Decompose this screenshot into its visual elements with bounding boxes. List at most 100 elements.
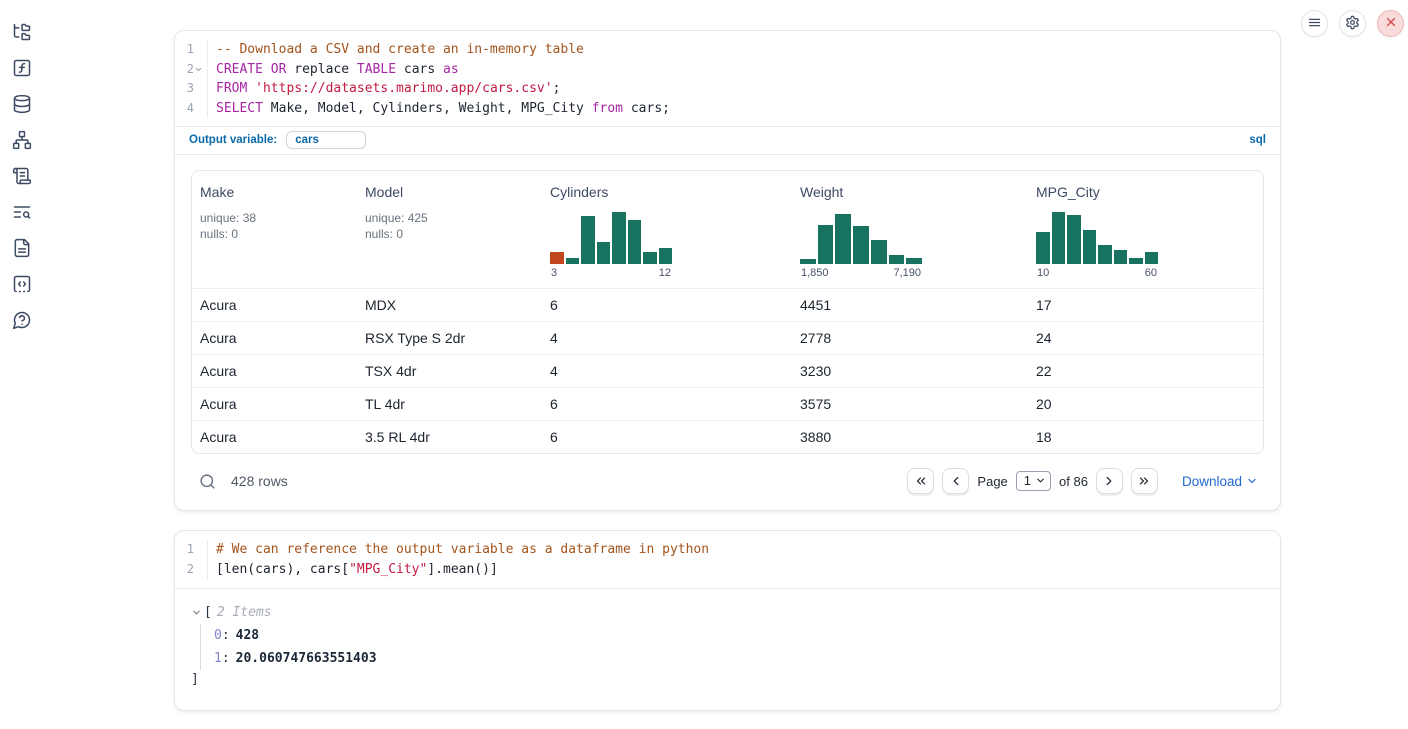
- table-cell: 3.5 RL 4dr: [357, 429, 542, 445]
- column-header[interactable]: Cylinders312: [542, 184, 792, 279]
- shutdown-button[interactable]: [1377, 10, 1404, 37]
- dependency-graph-icon[interactable]: [12, 130, 32, 150]
- code-line[interactable]: 1 # We can reference the output variable …: [175, 540, 1280, 560]
- page-select[interactable]: 1: [1016, 471, 1051, 491]
- table-cell: 18: [1028, 429, 1263, 445]
- histogram-bar[interactable]: [906, 258, 922, 264]
- histogram-bar[interactable]: [818, 225, 834, 264]
- python-code-editor[interactable]: 1 # We can reference the output variable …: [175, 531, 1280, 587]
- python-cell-output: [2 Items0:4281:20.060747663551403]: [175, 588, 1280, 710]
- language-badge[interactable]: sql: [1249, 134, 1266, 146]
- code-token: -- Download a CSV and create an in-memor…: [216, 42, 584, 57]
- tree-item[interactable]: 0:428: [214, 624, 1264, 647]
- chevron-left-icon: [949, 474, 963, 488]
- histogram-bar[interactable]: [1067, 215, 1081, 264]
- sql-code-editor[interactable]: 1 -- Download a CSV and create an in-memo…: [175, 31, 1280, 126]
- histogram-bar[interactable]: [612, 212, 626, 264]
- histogram-bar[interactable]: [1036, 232, 1050, 264]
- code-token: FROM: [216, 81, 247, 96]
- code-line[interactable]: 2[len(cars), cars["MPG_City"].mean()]: [175, 560, 1280, 580]
- column-stat: unique: 38: [200, 210, 357, 226]
- chevron-down-icon[interactable]: [191, 607, 202, 618]
- table-body: AcuraMDX6445117AcuraRSX Type S 2dr427782…: [192, 288, 1263, 453]
- variables-icon[interactable]: [12, 58, 32, 78]
- line-number-gutter: 4: [175, 99, 208, 119]
- next-page-button[interactable]: [1096, 468, 1123, 494]
- table-row[interactable]: AcuraRSX Type S 2dr4277824: [192, 321, 1263, 354]
- search-icon[interactable]: [199, 473, 216, 490]
- line-number: 1: [187, 540, 194, 560]
- first-page-button[interactable]: [907, 468, 934, 494]
- tree-item-value: 20.060747663551403: [236, 651, 377, 666]
- line-number-gutter: 1: [175, 40, 208, 60]
- documentation-icon[interactable]: [12, 238, 32, 258]
- column-header[interactable]: MPG_City1060: [1028, 184, 1263, 279]
- histogram-bar[interactable]: [1083, 230, 1097, 264]
- notebook: 1 -- Download a CSV and create an in-memo…: [174, 0, 1281, 711]
- code-token: Make, Model, Cylinders, Weight, MPG_City: [263, 101, 592, 116]
- output-tree: [2 Items0:4281:20.060747663551403]: [191, 602, 1264, 690]
- column-header[interactable]: Modelunique: 425nulls: 0: [357, 184, 542, 279]
- histogram-bar[interactable]: [1052, 212, 1066, 264]
- code-line[interactable]: 2CREATE OR replace TABLE cars as: [175, 60, 1280, 80]
- output-variable-input[interactable]: [286, 131, 366, 149]
- histogram-bar[interactable]: [835, 214, 851, 264]
- table-cell: 6: [542, 297, 792, 313]
- datasources-icon[interactable]: [12, 94, 32, 114]
- sidebar: [0, 0, 44, 330]
- code-line[interactable]: 4SELECT Make, Model, Cylinders, Weight, …: [175, 99, 1280, 119]
- histogram-bar[interactable]: [871, 240, 887, 264]
- table-header: Makeunique: 38nulls: 0Modelunique: 425nu…: [192, 171, 1263, 288]
- tree-item-value: 428: [236, 628, 259, 643]
- table-row[interactable]: AcuraMDX6445117: [192, 288, 1263, 321]
- histogram-bar[interactable]: [1114, 250, 1128, 264]
- histogram-bar[interactable]: [1098, 245, 1112, 264]
- row-count: 428 rows: [231, 473, 288, 489]
- histogram-bar[interactable]: [581, 216, 595, 264]
- prev-page-button[interactable]: [942, 468, 969, 494]
- line-number-gutter: 1: [175, 540, 208, 560]
- histogram-bar[interactable]: [628, 220, 642, 264]
- code-text: -- Download a CSV and create an in-memor…: [208, 40, 584, 60]
- help-icon[interactable]: [12, 310, 32, 330]
- column-header[interactable]: Weight1,8507,190: [792, 184, 1028, 279]
- download-button[interactable]: Download: [1182, 474, 1258, 489]
- histogram-bar[interactable]: [597, 242, 611, 264]
- snippets-icon[interactable]: [12, 274, 32, 294]
- histogram-min-label: 1,850: [801, 267, 829, 279]
- table-cell: Acura: [192, 429, 357, 445]
- column-header[interactable]: Make unique: 38nulls: 0: [192, 184, 357, 279]
- table-row[interactable]: AcuraTSX 4dr4323022: [192, 354, 1263, 387]
- last-page-button[interactable]: [1131, 468, 1158, 494]
- histogram-bar[interactable]: [566, 258, 580, 264]
- table-row[interactable]: Acura3.5 RL 4dr6388018: [192, 420, 1263, 453]
- fold-chevron-icon[interactable]: [194, 64, 204, 74]
- histogram-bar[interactable]: [853, 226, 869, 264]
- code-line[interactable]: 3FROM 'https://datasets.marimo.app/cars.…: [175, 79, 1280, 99]
- code-line[interactable]: 1 -- Download a CSV and create an in-memo…: [175, 40, 1280, 60]
- histogram-bar[interactable]: [1129, 258, 1143, 264]
- table-row[interactable]: AcuraTL 4dr6357520: [192, 387, 1263, 420]
- column-stats: unique: 38nulls: 0: [200, 210, 357, 242]
- column-name: Make: [200, 184, 357, 200]
- histogram-bar[interactable]: [889, 255, 905, 264]
- histogram-bar[interactable]: [643, 252, 657, 264]
- histogram-bar[interactable]: [800, 259, 816, 264]
- table-cell: 4451: [792, 297, 1028, 313]
- tree-item[interactable]: 1:20.060747663551403: [214, 647, 1264, 670]
- table-cell: TL 4dr: [357, 396, 542, 412]
- code-token: cars: [396, 62, 443, 77]
- code-text: # We can reference the output variable a…: [208, 540, 709, 560]
- histogram-bar[interactable]: [1145, 252, 1159, 264]
- histogram-bar[interactable]: [659, 248, 673, 264]
- tree-item-colon: :: [222, 651, 230, 666]
- file-explorer-icon[interactable]: [12, 22, 32, 42]
- menu-button[interactable]: [1301, 10, 1328, 37]
- histogram-bar[interactable]: [550, 252, 564, 264]
- histogram: [1036, 210, 1158, 264]
- fold-spacer: [194, 45, 204, 55]
- logs-icon[interactable]: [12, 202, 32, 222]
- column-stat: nulls: 0: [365, 226, 542, 242]
- settings-button[interactable]: [1339, 10, 1366, 37]
- scratchpad-icon[interactable]: [12, 166, 32, 186]
